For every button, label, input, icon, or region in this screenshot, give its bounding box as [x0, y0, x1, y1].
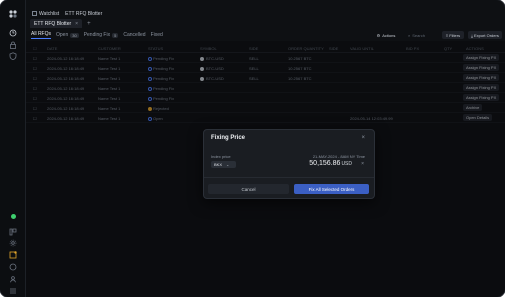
- filter-all-rfqs[interactable]: All RFQs: [31, 31, 51, 39]
- layout-icon[interactable]: [8, 227, 18, 237]
- fixing-price-dialog: Fixing Price × Index price 21-MAY-2024 -…: [203, 129, 375, 199]
- filter-cancelled[interactable]: Cancelled: [123, 32, 145, 38]
- actions-label: Actions: [382, 32, 396, 38]
- app-logo-icon: [8, 9, 18, 19]
- user-icon[interactable]: [8, 274, 18, 284]
- filter-label: Fixed: [150, 32, 163, 38]
- search-icon: ⌕: [408, 32, 411, 38]
- chevron-down-icon: ⌄: [226, 162, 230, 167]
- tab-label: ETT RFQ Blotter: [34, 20, 72, 27]
- shield-icon[interactable]: [8, 51, 18, 61]
- fixing-price-value: 50,156.86USD: [309, 160, 352, 167]
- help-icon[interactable]: [8, 262, 18, 272]
- gear-icon: ⚙: [376, 32, 381, 38]
- export-icon: ⤓: [471, 32, 473, 38]
- cancel-button[interactable]: Cancel: [208, 184, 289, 194]
- app-window: Watchlist ETT RFQ Blotter ETT RFQ Blotte…: [0, 0, 505, 297]
- filters-button[interactable]: ≡ Filters: [442, 31, 464, 39]
- export-label: Export Orders: [473, 32, 499, 38]
- search-placeholder: Search: [412, 32, 425, 38]
- index-price-label: Index price: [211, 154, 231, 159]
- count-badge: 30: [70, 32, 79, 38]
- notifications-icon[interactable]: [8, 250, 18, 260]
- history-icon[interactable]: [8, 28, 18, 38]
- icon-rail: [0, 0, 26, 297]
- filter-label: Open: [56, 32, 69, 38]
- fix-all-selected-orders-button[interactable]: Fix All Selected Orders: [294, 184, 369, 194]
- search-input[interactable]: ⌕ Search: [405, 31, 439, 39]
- filter-icon: ≡: [445, 32, 449, 38]
- status-filter-bar: All RFQs Open 30 Pending Fix 5 Cancelled…: [26, 29, 505, 41]
- close-icon[interactable]: ×: [75, 21, 78, 27]
- divider: [204, 177, 374, 178]
- price-unit: USD: [341, 161, 352, 167]
- window-tab-watchlist[interactable]: Watchlist: [32, 11, 59, 17]
- window-tab-label: Watchlist: [39, 10, 60, 17]
- filter-label: Cancelled: [123, 32, 146, 38]
- fixing-timestamp: 21-MAY-2024 - 8AM NY Time: [312, 154, 365, 159]
- menu-icon[interactable]: [8, 286, 18, 296]
- filter-pending-fix[interactable]: Pending Fix 5: [84, 32, 119, 38]
- filter-label: All RFQs: [31, 31, 51, 37]
- filter-open[interactable]: Open 30: [56, 32, 79, 38]
- lock-icon[interactable]: [8, 40, 18, 50]
- add-tab-button[interactable]: +: [87, 21, 91, 27]
- tab-rfq-blotter[interactable]: ETT RFQ Blotter ×: [30, 19, 83, 28]
- settings-icon[interactable]: [8, 238, 18, 248]
- count-badge: 5: [112, 32, 119, 38]
- filter-label: Pending Fix: [83, 32, 111, 38]
- window-tab-label: ETT RFQ Blotter: [65, 10, 103, 17]
- connection-status-icon: [8, 211, 18, 221]
- close-icon[interactable]: ×: [361, 135, 365, 141]
- price-source-value: BKX: [214, 162, 223, 167]
- filters-label: Filters: [449, 32, 461, 38]
- app-tab-bar: ETT RFQ Blotter × +: [26, 19, 505, 28]
- export-orders-button[interactable]: ⤓ Export Orders: [468, 31, 502, 39]
- filter-fixed[interactable]: Fixed: [151, 32, 163, 38]
- price-amount: 50,156.86: [309, 160, 341, 167]
- dialog-title: Fixing Price: [211, 135, 246, 141]
- clear-price-icon[interactable]: ×: [361, 161, 364, 167]
- window-tab-blotter[interactable]: ETT RFQ Blotter: [65, 11, 102, 17]
- price-source-select[interactable]: BKX ⌄: [211, 161, 236, 168]
- window-tab-bar: Watchlist ETT RFQ Blotter: [26, 8, 505, 19]
- modal-overlay[interactable]: Fixing Price × Index price 21-MAY-2024 -…: [26, 41, 505, 297]
- window-icon: [32, 11, 37, 16]
- actions-button[interactable]: ⚙ Actions: [370, 31, 402, 39]
